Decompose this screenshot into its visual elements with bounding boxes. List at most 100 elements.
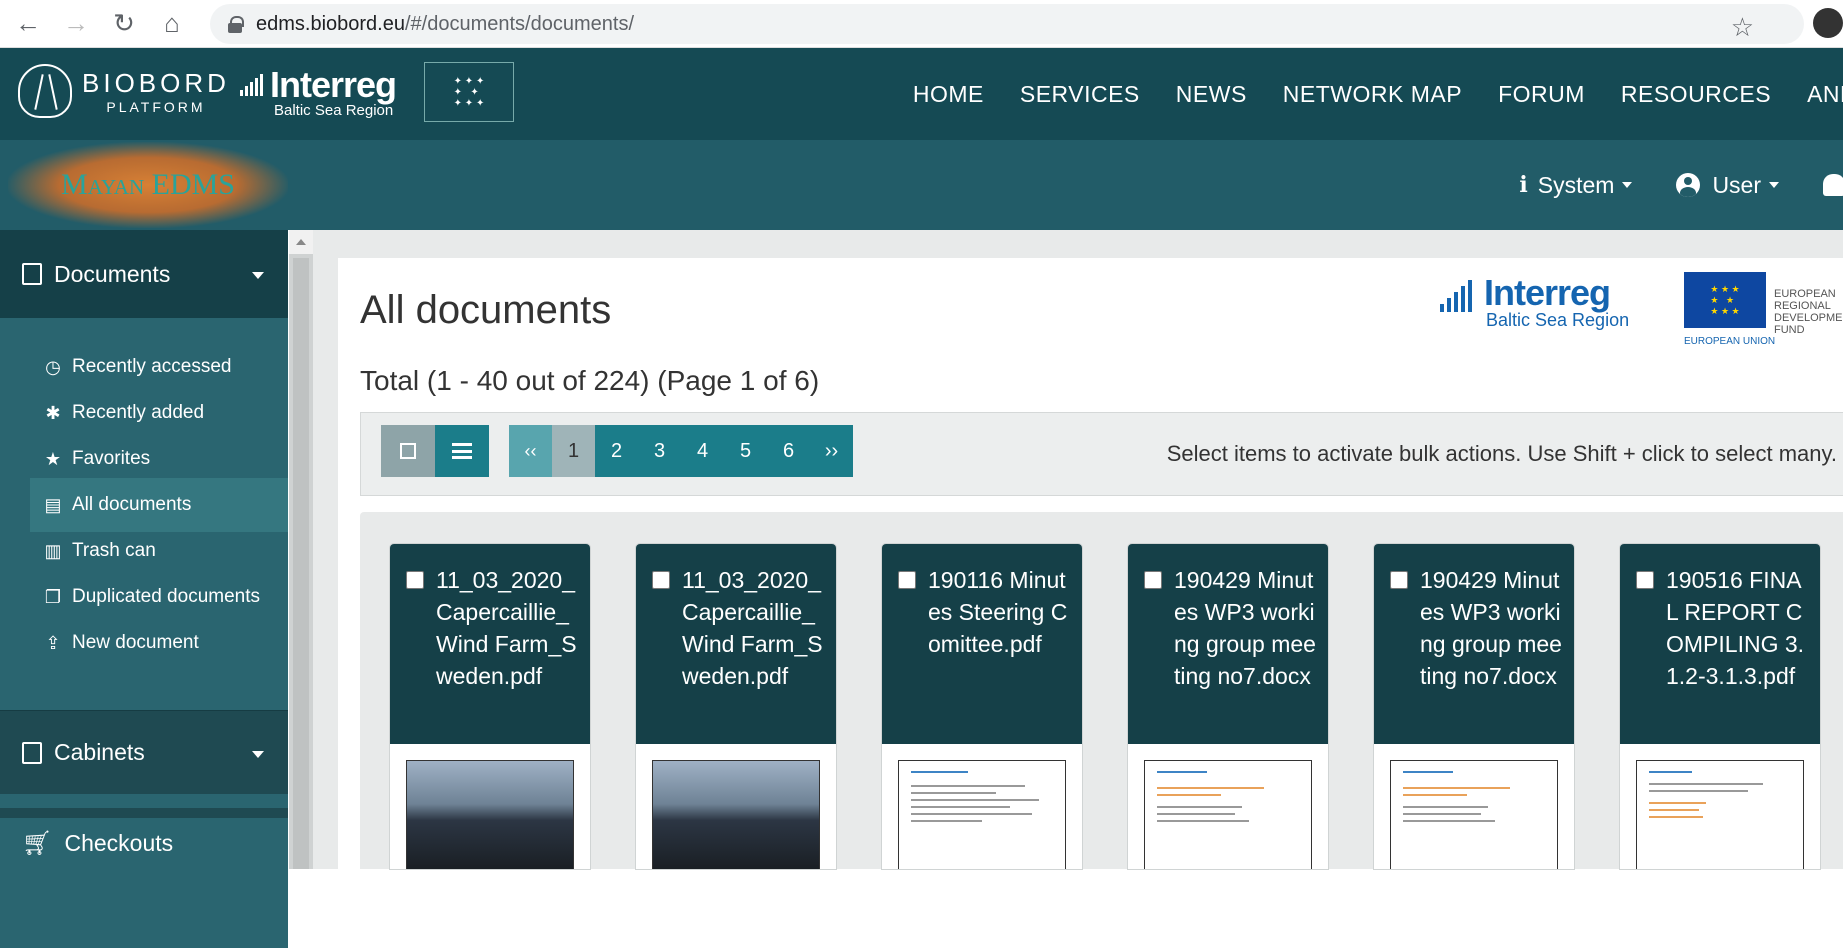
app-header: Mayan EDMS i System User — [0, 140, 1843, 230]
pagination-page[interactable]: 2 — [595, 425, 638, 477]
book-icon — [22, 263, 42, 285]
document-checkbox[interactable] — [898, 571, 916, 589]
cart-icon: 🛒︎ — [22, 830, 53, 857]
bookmark-star-icon[interactable]: ☆ — [1731, 12, 1754, 43]
bulk-actions-hint: Select items to activate bulk actions. U… — [1166, 441, 1837, 466]
nav-anna[interactable]: ANNA — [1807, 81, 1843, 108]
document-card[interactable]: 190429 Minutes WP3 working group meeting… — [1128, 544, 1328, 869]
interreg-sub: Baltic Sea Region — [1486, 310, 1630, 330]
sidebar-item-new-document[interactable]: ⇪ New document — [30, 616, 288, 670]
forward-icon[interactable]: → — [56, 4, 96, 44]
pagination-last[interactable]: ›› — [810, 425, 853, 477]
eu-text-line: EUROPEAN — [1774, 288, 1836, 300]
biobord-logo[interactable]: BIOBORD PLATFORM — [18, 64, 230, 118]
document-card[interactable]: 11_03_2020_Capercaillie_Wind Farm_Sweden… — [636, 544, 836, 869]
document-card[interactable]: 190116 Minutes Steering Comittee.pdf — [882, 544, 1082, 869]
address-bar[interactable]: edms.biobord.eu/#/documents/documents/ ☆ — [210, 4, 1804, 44]
nav-news[interactable]: NEWS — [1176, 81, 1247, 108]
notifications-button[interactable] — [1823, 174, 1843, 196]
document-thumbnail[interactable] — [1636, 760, 1804, 869]
reload-icon[interactable]: ↻ — [104, 4, 144, 44]
eu-text-line: REGIONAL — [1774, 300, 1831, 312]
eu-text-line: DEVELOPMENT — [1774, 312, 1843, 324]
interreg-bars-icon — [1440, 280, 1472, 312]
pagination-first[interactable]: ‹‹ — [509, 425, 552, 477]
document-title[interactable]: 190116 Minutes Steering Comittee.pdf — [928, 564, 1072, 660]
documents-section-label: Documents — [54, 260, 171, 287]
document-checkbox[interactable] — [406, 571, 424, 589]
document-title[interactable]: 11_03_2020_Capercaillie_Wind Farm_Sweden… — [682, 564, 826, 692]
sidebar-item-label: Recently added — [72, 402, 205, 423]
back-icon[interactable]: ← — [8, 4, 48, 44]
erdf-logo: ★ ★ ★ ★ ★ ★ ★ ★ EUROPEAN REGIONAL DEVELOPM… — [1684, 272, 1843, 352]
home-icon[interactable]: ⌂ — [152, 4, 192, 44]
list-icon — [452, 443, 472, 459]
pagination-page[interactable]: 5 — [724, 425, 767, 477]
nav-services[interactable]: SERVICES — [1020, 81, 1140, 108]
pagination-page[interactable]: 3 — [638, 425, 681, 477]
eu-flag-icon: ✦ ✦ ✦ ✦ ✦ ✦ ✦ ✦ — [424, 62, 514, 122]
interreg-sub: Baltic Sea Region — [274, 102, 394, 119]
user-menu[interactable]: User — [1676, 172, 1779, 199]
document-thumbnail[interactable] — [652, 760, 820, 869]
sidebar-item-label: Duplicated documents — [72, 586, 260, 607]
sidebar-item-label: Trash can — [72, 540, 156, 561]
mayan-logo[interactable]: Mayan EDMS — [8, 142, 288, 228]
list-view-button[interactable] — [435, 425, 489, 477]
sidebar-section-cabinets[interactable]: Cabinets — [0, 710, 288, 794]
pagination-page[interactable]: 1 — [552, 425, 595, 477]
document-thumbnail[interactable] — [1390, 760, 1558, 869]
document-thumbnail[interactable] — [406, 760, 574, 869]
caret-down-icon — [1769, 182, 1779, 188]
document-checkbox[interactable] — [652, 571, 670, 589]
thumbnail-image — [653, 761, 819, 869]
sidebar-item-label: All documents — [72, 494, 192, 515]
scroll-thumb[interactable] — [293, 258, 309, 869]
document-checkbox[interactable] — [1636, 571, 1654, 589]
document-card[interactable]: 190516 FINAL REPORT COMPILING 3.1.2-3.1.… — [1620, 544, 1820, 869]
nav-network-map[interactable]: NETWORK MAP — [1283, 81, 1462, 108]
nav-home[interactable]: HOME — [913, 81, 984, 108]
cabinets-section-label: Cabinets — [54, 739, 145, 765]
url-path: /#/documents/documents/ — [404, 12, 634, 35]
biobord-name: BIOBORD — [82, 67, 230, 98]
bell-icon — [1823, 174, 1843, 196]
nav-resources[interactable]: RESOURCES — [1621, 81, 1771, 108]
document-title[interactable]: 11_03_2020_Capercaillie_Wind Farm_Sweden… — [436, 564, 580, 692]
thumbnail-page — [1391, 761, 1557, 837]
sidebar-section-checkouts[interactable]: 🛒︎ Checkouts — [0, 808, 288, 869]
document-checkbox[interactable] — [1390, 571, 1408, 589]
pagination-page[interactable]: 4 — [681, 425, 724, 477]
site-header: BIOBORD PLATFORM Interreg Baltic Sea Reg… — [0, 48, 1843, 140]
document-thumbnail[interactable] — [898, 760, 1066, 869]
caret-down-icon — [252, 272, 264, 279]
user-circle-icon — [1676, 173, 1701, 197]
document-thumbnail[interactable] — [1144, 760, 1312, 869]
book-icon: ▤ — [44, 494, 62, 515]
scroll-up-icon[interactable] — [289, 230, 313, 254]
columns-icon — [22, 741, 42, 764]
document-title[interactable]: 190516 FINAL REPORT COMPILING 3.1.2-3.1.… — [1666, 564, 1810, 692]
browser-toolbar: ← → ↻ ⌂ edms.biobord.eu/#/documents/docu… — [0, 0, 1843, 48]
url-host: edms.biobord.eu — [256, 12, 405, 35]
document-card[interactable]: 11_03_2020_Capercaillie_Wind Farm_Sweden… — [390, 544, 590, 869]
sidebar-section-documents[interactable]: Documents — [0, 230, 288, 318]
star-icon: ★ — [44, 448, 62, 469]
square-icon — [400, 443, 416, 459]
document-title[interactable]: 190429 Minutes WP3 working group meeting… — [1174, 564, 1318, 692]
upload-icon: ⇪ — [45, 632, 61, 653]
pagination-page[interactable]: 6 — [767, 425, 810, 477]
pagination: ‹‹ 1 2 3 4 5 6 ›› — [509, 425, 853, 477]
document-card[interactable]: 190429 Minutes WP3 working group meeting… — [1374, 544, 1574, 869]
biobord-sub: PLATFORM — [106, 98, 206, 115]
asterisk-icon: ✱ — [45, 402, 61, 423]
sidebar-scrollbar[interactable] — [289, 230, 313, 869]
system-menu[interactable]: i System — [1519, 171, 1633, 199]
nav-forum[interactable]: FORUM — [1498, 81, 1585, 108]
system-menu-label: System — [1537, 171, 1615, 198]
document-checkbox[interactable] — [1144, 571, 1162, 589]
document-title[interactable]: 190429 Minutes WP3 working group meeting… — [1420, 564, 1564, 692]
thumbnail-page — [899, 761, 1065, 837]
profile-icon[interactable] — [1813, 8, 1843, 38]
select-all-button[interactable] — [381, 425, 435, 477]
